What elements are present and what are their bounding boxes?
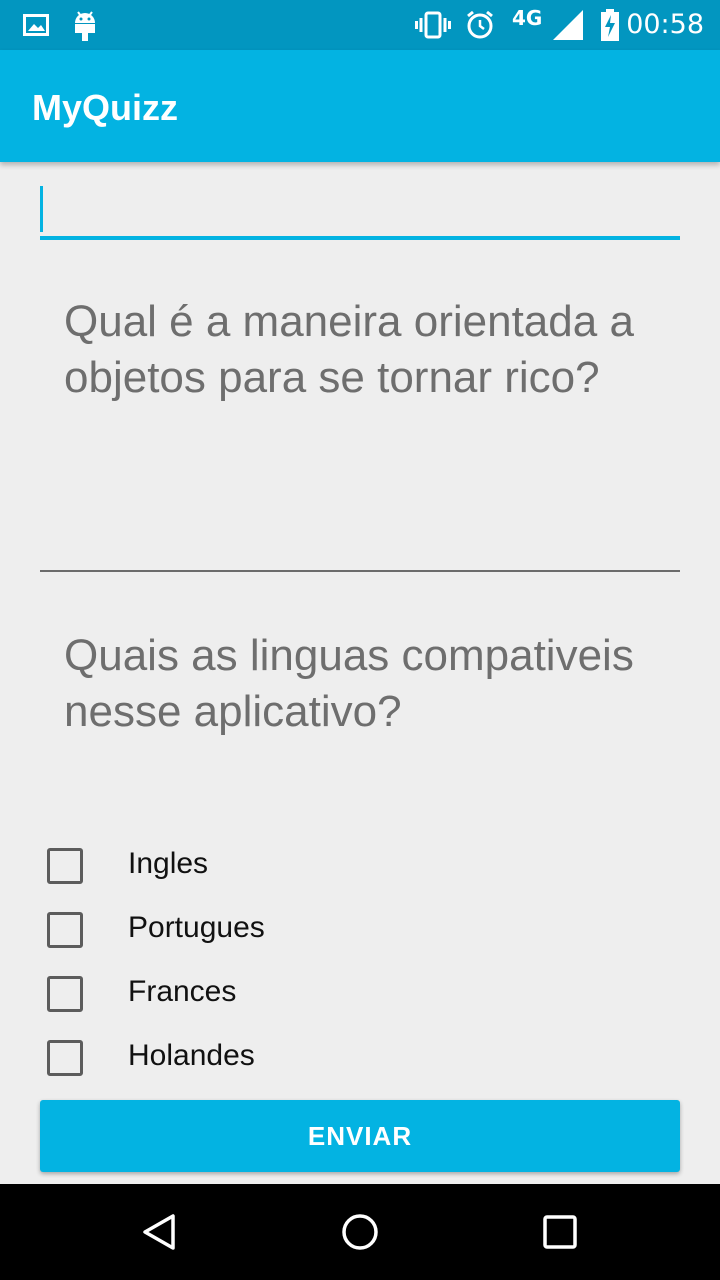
- checkbox[interactable]: [47, 912, 83, 948]
- alarm-icon: [464, 0, 496, 50]
- checkbox[interactable]: [47, 976, 83, 1012]
- option-label: Ingles: [128, 847, 209, 880]
- checkbox[interactable]: [47, 1040, 83, 1076]
- network-type: 4G: [512, 6, 543, 30]
- navigation-bar: [0, 1184, 720, 1280]
- status-time: 00:58: [626, 9, 704, 40]
- option-label: Holandes: [128, 1039, 255, 1072]
- battery-charging-icon: [598, 0, 622, 50]
- home-icon[interactable]: [312, 1184, 408, 1280]
- option-holandes[interactable]: Holandes: [40, 1026, 680, 1090]
- signal-icon: [552, 0, 584, 50]
- answer-input[interactable]: [40, 180, 680, 240]
- app-title: MyQuizz: [32, 87, 179, 128]
- text-cursor: [40, 186, 43, 232]
- app-bar: MyQuizz: [0, 50, 720, 162]
- divider: [40, 570, 680, 572]
- input-underline: [40, 236, 680, 240]
- vibrate-icon: [414, 0, 452, 50]
- question-2-text: Quais as linguas compativeis nesse aplic…: [64, 631, 634, 736]
- android-icon: [70, 0, 100, 50]
- option-label: Portugues: [128, 911, 265, 944]
- option-label: Frances: [128, 975, 237, 1008]
- checkbox[interactable]: [47, 848, 83, 884]
- recents-icon[interactable]: [512, 1184, 608, 1280]
- submit-button[interactable]: ENVIAR: [40, 1100, 680, 1172]
- question-1-text: Qual é a maneira orientada a objetos par…: [64, 297, 634, 402]
- option-frances[interactable]: Frances: [40, 962, 680, 1026]
- option-ingles[interactable]: Ingles: [40, 834, 680, 898]
- option-portugues[interactable]: Portugues: [40, 898, 680, 962]
- gallery-icon: [22, 0, 50, 50]
- back-icon[interactable]: [112, 1184, 208, 1280]
- status-bar: 4G 00:58: [0, 0, 720, 50]
